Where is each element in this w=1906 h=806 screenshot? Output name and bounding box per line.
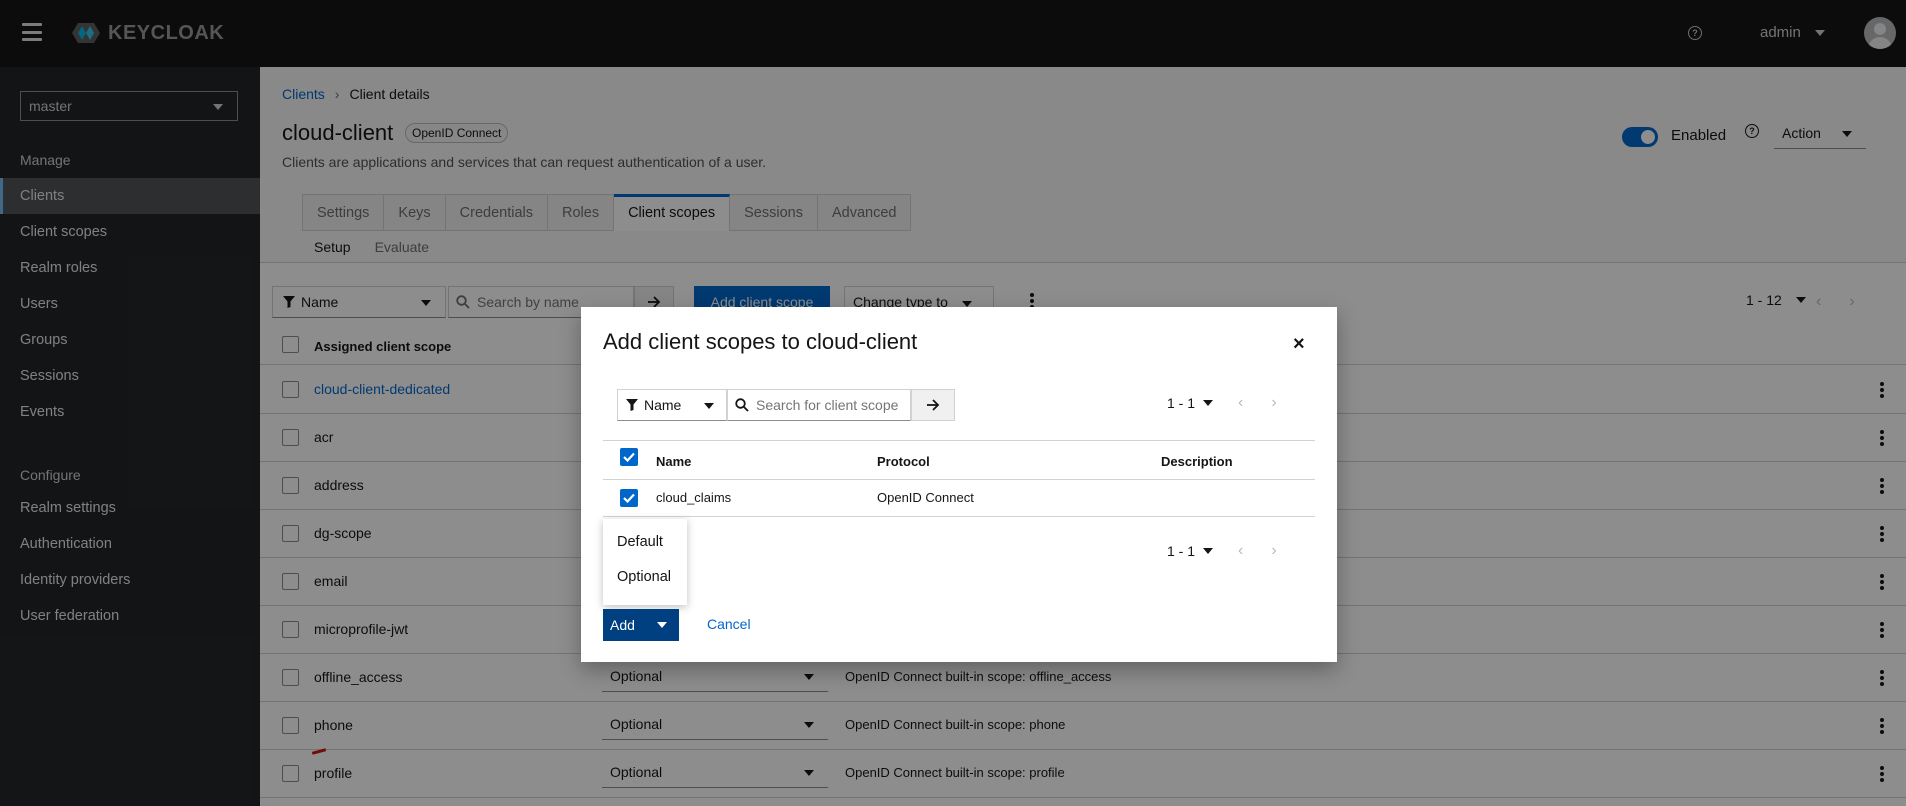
modal-table-row: cloud_claims OpenID Connect [603,480,1315,517]
cancel-button[interactable]: Cancel [707,616,751,632]
chevron-down-icon [656,622,667,628]
select-all-checkbox[interactable] [620,448,638,466]
checkmark-icon [623,493,635,503]
previous-page-icon[interactable]: ‹ [1238,542,1243,560]
add-button[interactable]: Add [603,609,679,641]
scope-name: cloud_claims [656,490,732,505]
menu-item-optional[interactable]: Optional [603,561,687,596]
row-checkbox[interactable] [620,489,638,507]
column-protocol: Protocol [877,454,930,469]
search-icon [735,398,749,412]
modal-pagination-range: 1 - 1 [1167,395,1196,411]
chevron-down-icon [1203,548,1214,554]
previous-page-icon[interactable]: ‹ [1238,394,1243,412]
modal-search-submit-button[interactable] [911,389,955,421]
column-name: Name [656,454,692,469]
column-description: Description [1161,454,1233,469]
next-page-icon[interactable]: › [1271,394,1276,412]
modal-search-input[interactable] [727,389,911,421]
modal-pagination-nav: ‹ › [1238,394,1277,412]
modal-pagination-toggle-bottom[interactable]: 1 - 1 [1167,543,1214,559]
add-type-menu: Default Optional [603,519,687,605]
add-button-label: Add [610,617,635,633]
modal-title: Add client scopes to cloud-client [603,329,918,354]
checkmark-icon [623,452,635,462]
filter-icon [626,399,638,411]
modal-pagination-range: 1 - 1 [1167,543,1196,559]
scope-protocol: OpenID Connect [877,490,974,505]
modal-filter-dropdown[interactable]: Name [617,389,727,421]
close-icon[interactable]: × [1293,333,1305,356]
chevron-down-icon [704,403,714,409]
modal-pagination-nav-bottom: ‹ › [1238,542,1277,560]
modal-pagination-toggle[interactable]: 1 - 1 [1167,395,1214,411]
next-page-icon[interactable]: › [1271,542,1276,560]
modal-filter-label: Name [644,397,682,413]
add-client-scopes-modal: Add client scopes to cloud-client × Name… [581,307,1337,662]
arrow-right-icon [927,399,940,411]
chevron-down-icon [1203,400,1214,406]
modal-table-header: Name Protocol Description [603,440,1315,480]
menu-item-default[interactable]: Default [603,526,687,561]
